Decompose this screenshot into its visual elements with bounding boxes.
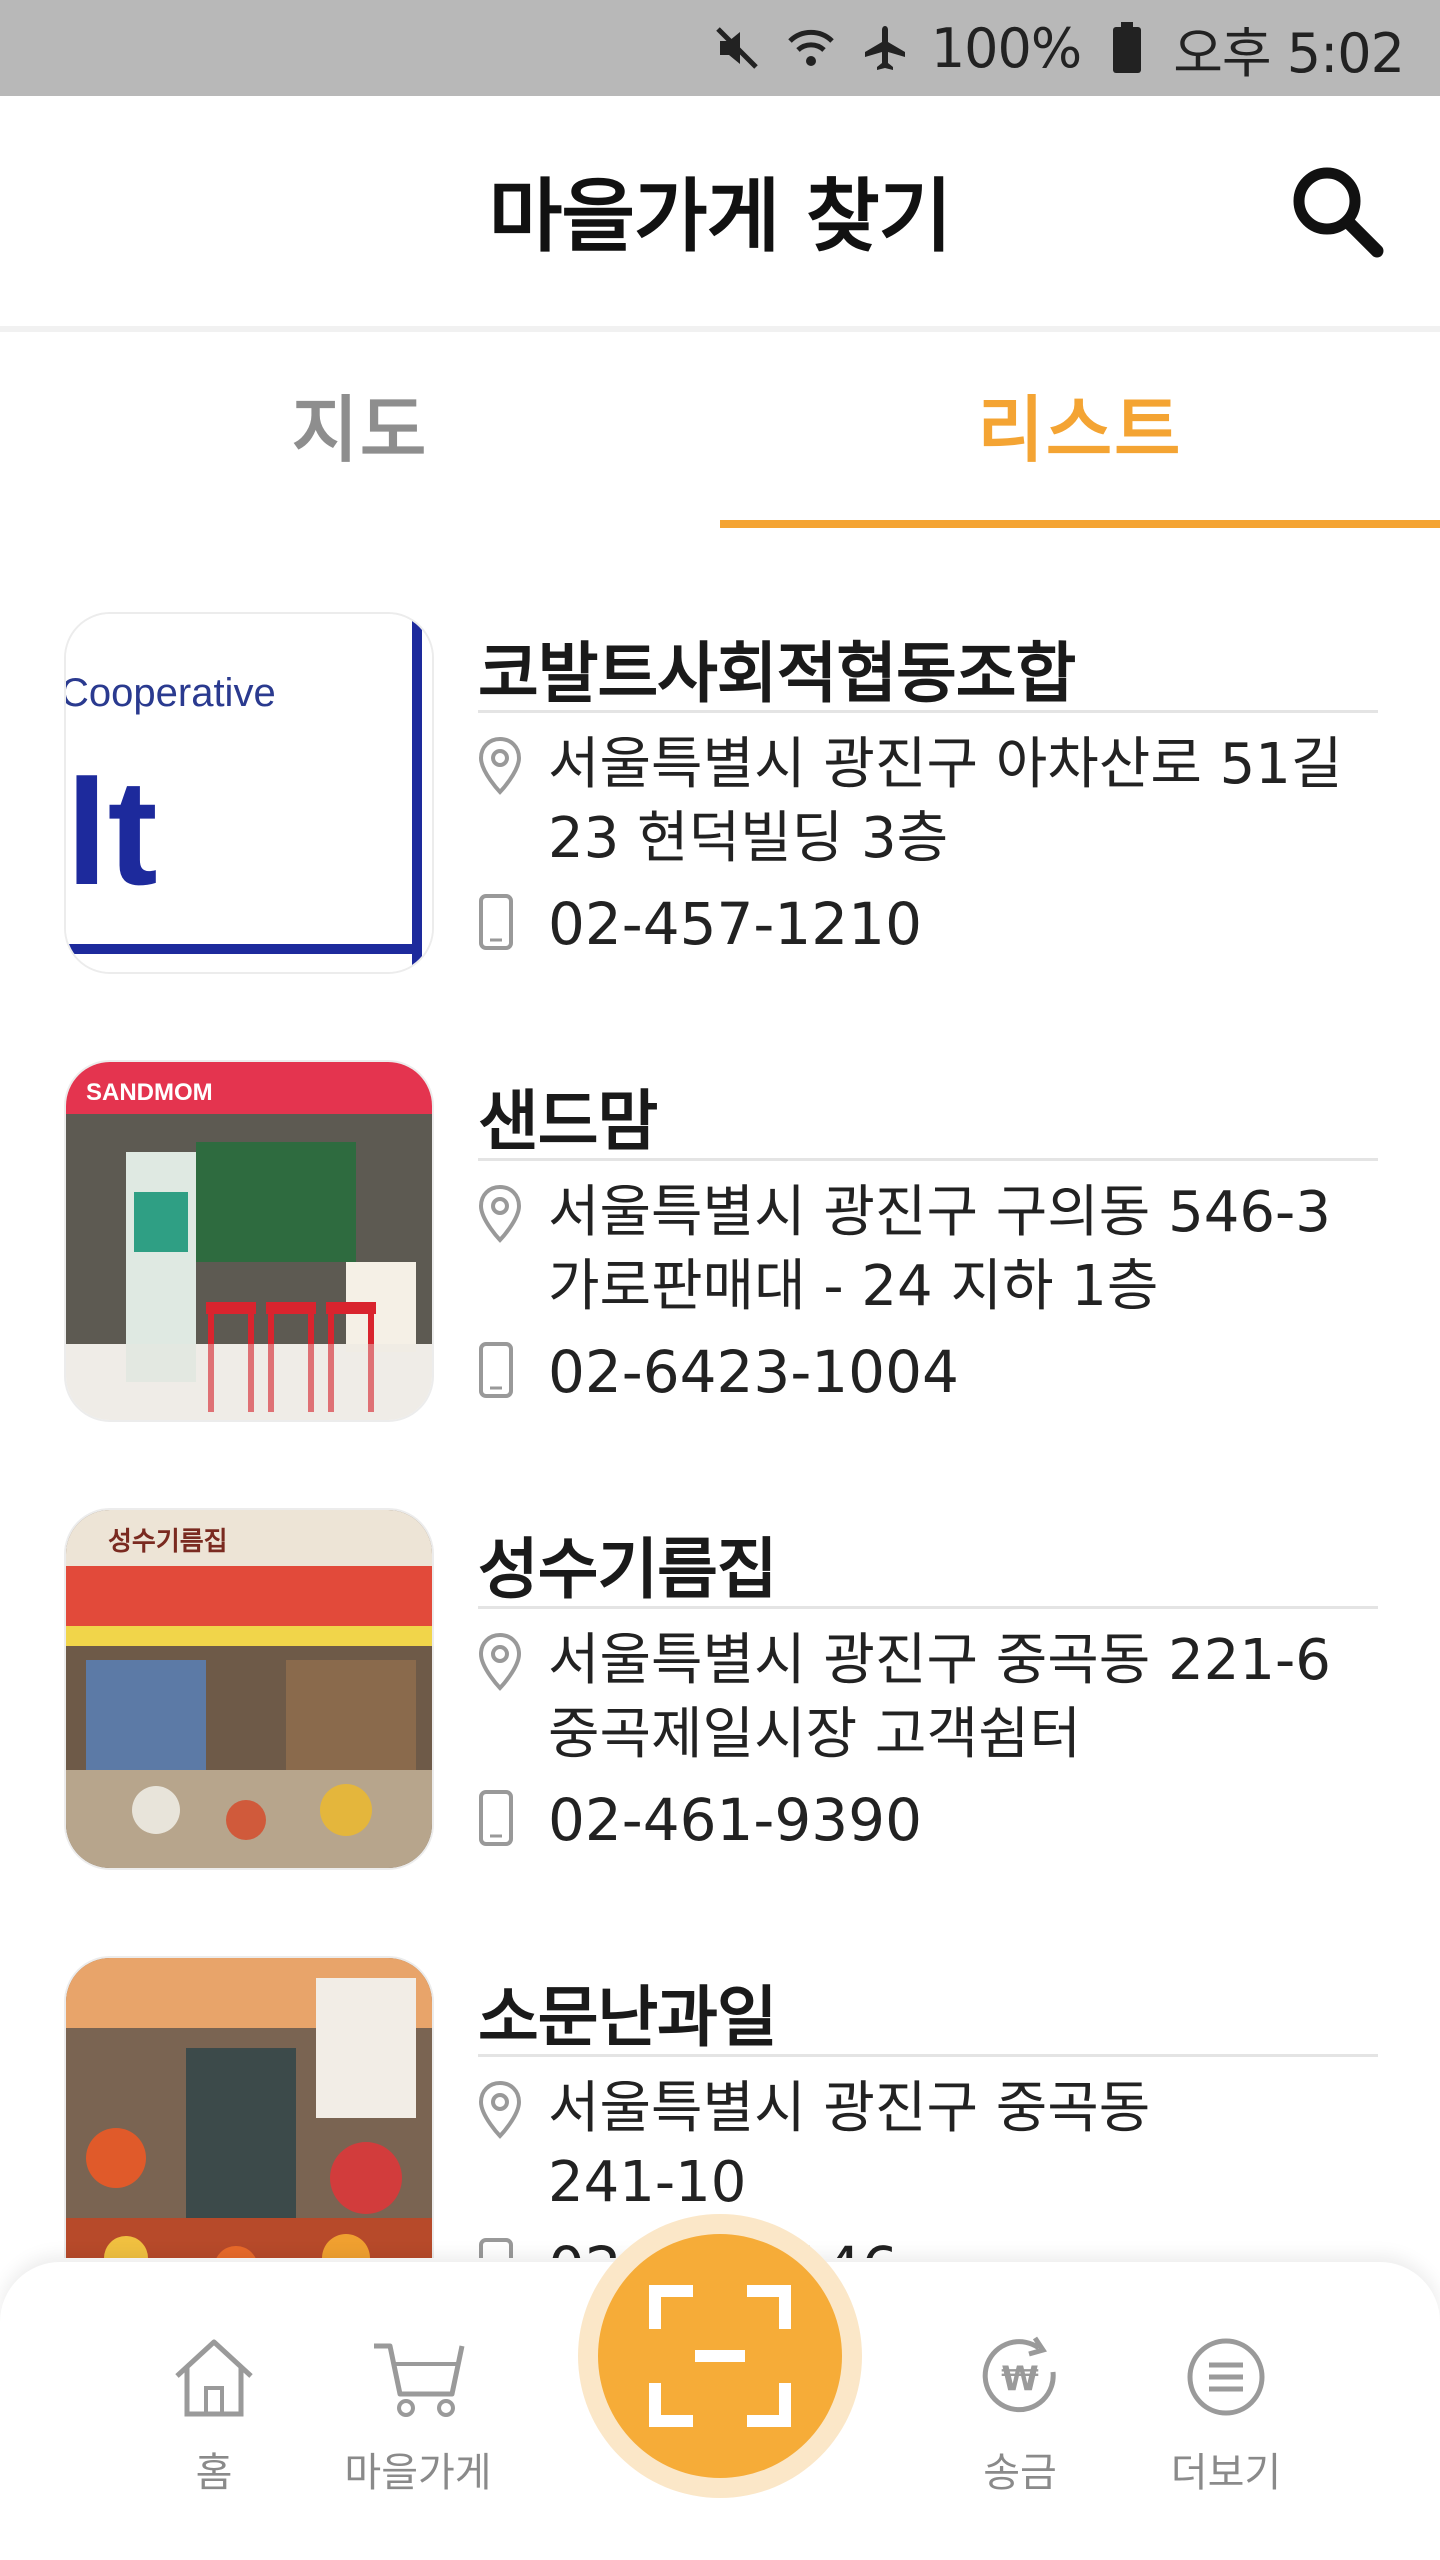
home-icon [175,2339,253,2417]
wifi-icon [783,20,839,76]
store-name: 성수기름집 [478,1531,778,1608]
divider [478,2054,1378,2057]
won-transfer-icon: ₩ [982,2336,1056,2413]
phone-icon [478,2237,548,2258]
app-header: 마을가게 찾기 [0,96,1440,332]
clock: 오후 5:02 [1173,21,1405,85]
thumb-logo-text: lt [66,748,158,916]
store-phone[interactable]: 02-457-1210 [548,890,922,958]
list-item[interactable]: Cooperative lt 코발트사회적협동조합 서울특별시 광진구 아차산로… [0,528,1440,976]
store-name: 소문난과일 [478,1979,778,2056]
nav-more[interactable]: 더보기 [1126,2322,1326,2498]
store-thumbnail [64,1956,434,2258]
store-address: 서울특별시 광진구 아차산로 51길 23 현덕빌딩 3층 [548,732,1343,871]
store-address: 서울특별시 광진구 중곡동 241-10 [548,2076,1151,2215]
phone-icon [478,1341,548,1403]
divider [478,710,1378,713]
store-list: Cooperative lt 코발트사회적협동조합 서울특별시 광진구 아차산로… [0,528,1440,2258]
tab-map[interactable]: 지도 [0,338,720,528]
tab-list[interactable]: 리스트 [720,338,1440,528]
nav-more-label: 더보기 [1170,2450,1282,2496]
store-address: 서울특별시 광진구 중곡동 221-6 중곡제일시장 고객쉼터 [548,1628,1331,1767]
store-thumbnail: SANDMOM [64,1060,434,1422]
location-pin-icon [478,728,548,876]
store-phone[interactable]: 02-6423-1004 [548,1338,959,1406]
store-phone[interactable]: 02-461-9390 [548,1786,922,1854]
nav-home[interactable]: 홈 [114,2322,314,2498]
divider [478,1158,1378,1161]
svg-text:₩: ₩ [1001,2359,1039,2399]
menu-icon [1187,2338,1265,2416]
page-title: 마을가게 찾기 [488,170,952,263]
phone-icon [478,893,548,955]
nav-send[interactable]: ₩ 송금 [920,2322,1120,2498]
cart-icon [374,2343,465,2417]
list-item[interactable]: 소문난과일 서울특별시 광진구 중곡동 241-10 02-4__-_146 [0,1872,1440,2258]
list-item[interactable]: 성수기름집 성수기름집 서울특별시 광진구 중곡동 221-6 중곡제일시장 고… [0,1424,1440,1872]
list-item[interactable]: SANDMOM 샌드맘 서울특별시 광진구 구의동 546-3 가로판매대 - … [0,976,1440,1424]
phone-icon [478,1789,548,1851]
scan-icon [649,2285,791,2427]
search-button[interactable] [1282,156,1392,266]
nav-send-label: 송금 [983,2450,1057,2496]
divider [478,1606,1378,1609]
thumb-text: 성수기름집 [108,1527,228,1557]
battery-percent: 100% [930,16,1082,80]
nav-store[interactable]: 마을가게 [318,2322,518,2498]
thumb-text: Cooperative [66,671,276,715]
location-pin-icon [478,2072,548,2220]
store-name: 샌드맘 [478,1083,658,1160]
search-icon [1293,167,1384,258]
nav-store-label: 마을가게 [344,2450,492,2496]
status-bar: 100% 오후 5:02 [0,0,1440,96]
store-thumbnail: Cooperative lt [64,612,434,974]
location-pin-icon [478,1176,548,1324]
store-thumbnail: 성수기름집 [64,1508,434,1870]
scan-button[interactable] [578,2214,862,2498]
nav-home-label: 홈 [195,2450,233,2496]
battery-icon [1099,20,1155,76]
store-address: 서울특별시 광진구 구의동 546-3 가로판매대 - 24 지하 1층 [548,1180,1331,1319]
view-tabs: 지도 리스트 [0,338,1440,528]
thumb-text: SANDMOM [86,1079,213,1106]
mute-icon [709,20,765,76]
location-pin-icon [478,1624,548,1772]
airplane-icon [857,20,913,76]
store-name: 코발트사회적협동조합 [478,635,1076,712]
